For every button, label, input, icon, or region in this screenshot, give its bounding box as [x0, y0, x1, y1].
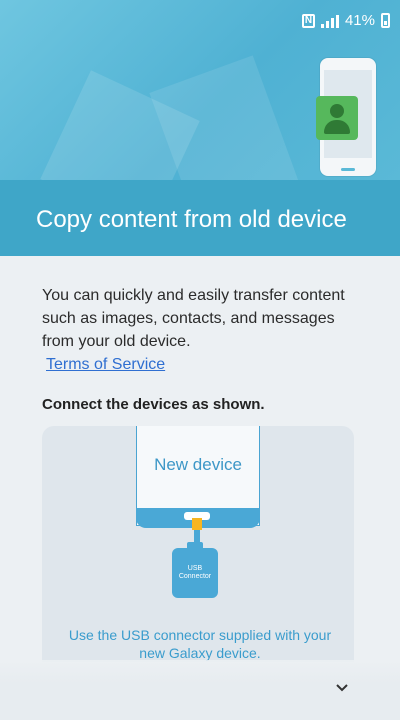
nfc-icon: N	[301, 13, 315, 28]
usb-label-line2: Connector	[178, 573, 212, 580]
battery-icon	[381, 13, 390, 28]
connect-instruction: Connect the devices as shown.	[42, 396, 265, 413]
screen: N 41% Copy content from old device You c…	[0, 0, 400, 720]
page-title: Copy content from old device	[36, 206, 347, 233]
chevron-down-glyph	[336, 684, 348, 692]
description-text: You can quickly and easily transfer cont…	[42, 287, 345, 350]
usb-note-text: Use the USB connector supplied with your…	[68, 627, 332, 661]
usb-plug-icon	[192, 518, 202, 530]
usb-connector-icon: USB Connector	[172, 548, 218, 598]
contact-icon	[316, 96, 358, 140]
battery-percent: 41%	[344, 12, 375, 29]
phone-home-button	[341, 168, 355, 171]
terms-of-service-link[interactable]: Terms of Service	[46, 356, 165, 374]
contact-body	[324, 120, 350, 134]
chevron-down-icon[interactable]	[330, 676, 354, 700]
contact-head	[330, 104, 344, 118]
new-device-label: New device	[154, 455, 242, 474]
status-bar: N 41%	[0, 0, 400, 44]
signal-icon	[320, 14, 339, 28]
status-icons: N 41%	[301, 12, 390, 29]
usb-label-line1: USB	[187, 565, 203, 572]
